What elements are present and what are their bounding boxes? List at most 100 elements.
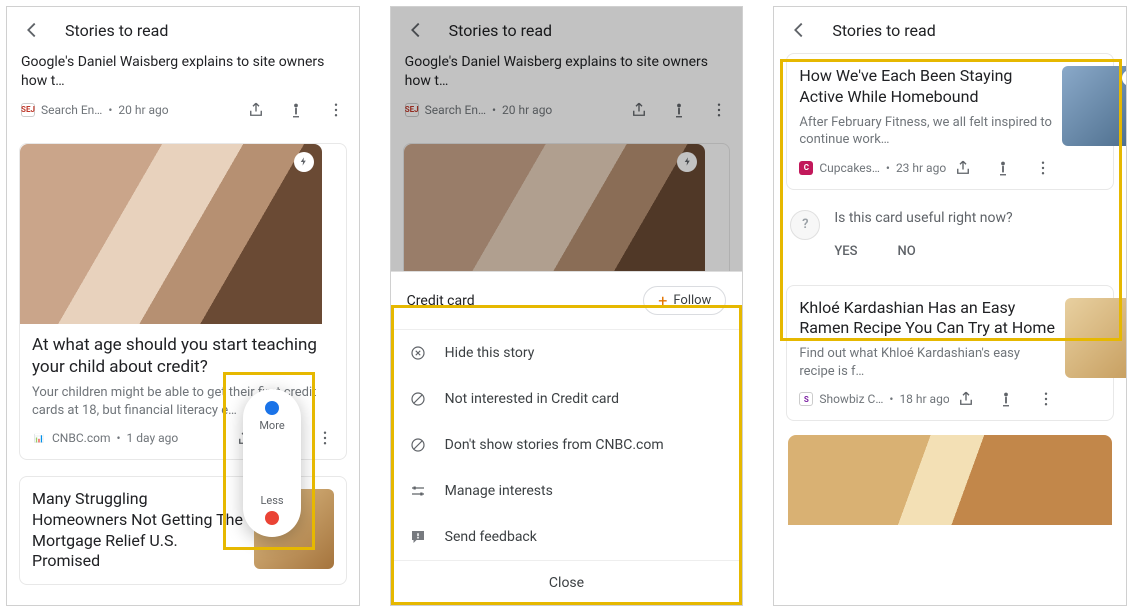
overflow-icon[interactable]: [316, 429, 334, 447]
screen-bottom-sheet: Stories to read Google's Daniel Waisberg…: [390, 6, 744, 606]
story-thumb: [1062, 66, 1126, 146]
overflow-icon[interactable]: [327, 101, 345, 119]
story-image: [20, 144, 322, 324]
bullet: •: [108, 103, 112, 117]
sheet-item-label: Don't show stories from CNBC.com: [445, 437, 664, 453]
amp-badge-icon: [294, 152, 314, 172]
source-name: Showbiz C…: [819, 392, 883, 406]
sheet-close-button[interactable]: Close: [391, 560, 743, 605]
story-headline: Khloé Kardashian Has an Easy Ramen Recip…: [799, 298, 1055, 340]
speak-icon[interactable]: [994, 159, 1012, 177]
back-icon[interactable]: [21, 19, 43, 41]
story-headline: How We've Each Been Staying Active While…: [799, 66, 1052, 108]
follow-label: Follow: [673, 293, 711, 308]
yes-button[interactable]: YES: [834, 244, 857, 259]
sheet-item-not-interested[interactable]: Not interested in Credit card: [391, 376, 743, 422]
share-icon[interactable]: [954, 159, 972, 177]
source-favicon: 📊: [32, 431, 46, 445]
back-icon[interactable]: [405, 19, 427, 41]
story-snippet: Google's Daniel Waisberg explains to sit…: [21, 53, 345, 91]
story-subtext: After February Fitness, we all felt insp…: [799, 114, 1052, 149]
sheet-item-manage-interests[interactable]: Manage interests: [391, 468, 743, 514]
share-icon[interactable]: [247, 101, 265, 119]
timestamp: 20 hr ago: [502, 103, 552, 117]
story-headline: At what age should you start teaching yo…: [32, 334, 334, 378]
source-name: CNBC.com: [52, 431, 110, 445]
timestamp: 18 hr ago: [899, 392, 949, 406]
usefulness-question: Is this card useful right now?: [834, 210, 1110, 226]
usefulness-prompt: ? Is this card useful right now? YES NO: [786, 204, 1114, 271]
sheet-header: Credit card + Follow: [391, 272, 743, 330]
share-icon: [630, 101, 648, 119]
meta-row: SEJ Search En… • 20 hr ago: [405, 101, 729, 119]
bottom-sheet: Credit card + Follow Hide this story Not…: [391, 271, 743, 605]
source-favicon: SEJ: [405, 103, 419, 117]
source-name: Search En…: [41, 103, 102, 117]
no-button[interactable]: NO: [898, 244, 916, 259]
story-subtext: Find out what Khloé Kardashian's easy re…: [799, 345, 1055, 380]
amp-badge-icon: [677, 152, 697, 172]
page-title: Stories to read: [832, 21, 935, 40]
overflow-icon: [710, 101, 728, 119]
source-favicon: SEJ: [21, 103, 35, 117]
question-icon: ?: [790, 210, 820, 240]
bullet: •: [116, 431, 120, 445]
bullet: •: [889, 392, 893, 406]
timestamp: 1 day ago: [127, 431, 179, 445]
top-bar: Stories to read: [7, 7, 359, 53]
timestamp: 20 hr ago: [118, 103, 168, 117]
sheet-item-hide[interactable]: Hide this story: [391, 330, 743, 376]
more-label: More: [259, 419, 284, 432]
sheet-item-label: Manage interests: [445, 483, 553, 499]
sheet-item-feedback[interactable]: Send feedback: [391, 514, 743, 560]
follow-button[interactable]: + Follow: [643, 286, 726, 315]
meta-row: C Cupcakes… • 23 hr ago: [799, 159, 1052, 177]
sheet-topic: Credit card: [407, 293, 475, 309]
meta-row: S Showbiz C… • 18 hr ago: [799, 390, 1055, 408]
more-dot-icon: [265, 401, 279, 415]
sliders-icon: [409, 482, 427, 500]
block-icon: [409, 390, 427, 408]
bullet: •: [886, 161, 890, 175]
sheet-item-label: Send feedback: [445, 529, 537, 545]
share-icon[interactable]: [957, 390, 975, 408]
page-title: Stories to read: [449, 21, 552, 40]
amp-badge-icon: [1122, 70, 1126, 86]
source-name: Cupcakes…: [819, 161, 880, 175]
more-less-popover: More Less: [243, 389, 301, 537]
sheet-item-block-source[interactable]: Don't show stories from CNBC.com: [391, 422, 743, 468]
overflow-icon[interactable]: [1034, 159, 1052, 177]
top-bar: Stories to read: [774, 7, 1126, 53]
back-icon[interactable]: [788, 19, 810, 41]
meta-row: SEJ Search En… • 20 hr ago: [21, 101, 345, 119]
source-name: Search En…: [425, 103, 486, 117]
speak-icon: [670, 101, 688, 119]
hide-icon: [409, 344, 427, 362]
story-thumb: [1065, 298, 1126, 378]
story-card-partial: Google's Daniel Waisberg explains to sit…: [403, 53, 731, 127]
overflow-icon[interactable]: [1037, 390, 1055, 408]
less-label: Less: [260, 494, 283, 507]
block-icon: [409, 436, 427, 454]
source-favicon: C: [799, 161, 813, 175]
story-image-peek[interactable]: [788, 435, 1112, 525]
bullet: •: [492, 103, 496, 117]
more-button[interactable]: More: [259, 401, 284, 432]
story-headline: Many Struggling Homeowners Not Getting T…: [32, 489, 244, 572]
page-title: Stories to read: [65, 21, 168, 40]
speak-icon[interactable]: [997, 390, 1015, 408]
sheet-item-label: Hide this story: [445, 345, 535, 361]
speak-icon[interactable]: [287, 101, 305, 119]
screen-usefulness: Stories to read How We've Each Been Stay…: [773, 6, 1127, 606]
story-card-partial[interactable]: Google's Daniel Waisberg explains to sit…: [19, 53, 347, 127]
story-snippet: Google's Daniel Waisberg explains to sit…: [405, 53, 729, 91]
sheet-item-label: Not interested in Credit card: [445, 391, 619, 407]
timestamp: 23 hr ago: [896, 161, 946, 175]
screen-more-less: Stories to read Google's Daniel Waisberg…: [6, 6, 360, 606]
story-card-active[interactable]: How We've Each Been Staying Active While…: [786, 53, 1114, 190]
source-favicon: S: [799, 392, 813, 406]
less-button[interactable]: Less: [260, 490, 283, 525]
top-bar: Stories to read: [391, 7, 743, 53]
story-card-ramen[interactable]: Khloé Kardashian Has an Easy Ramen Recip…: [786, 285, 1114, 422]
feedback-icon: [409, 528, 427, 546]
